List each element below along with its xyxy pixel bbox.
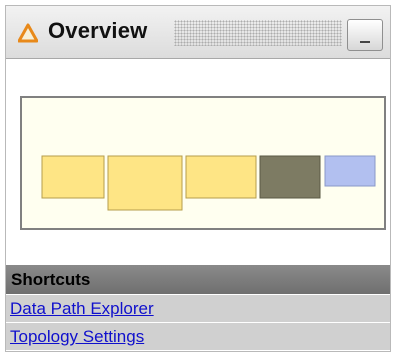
overview-panel: Overview Shortcuts Data Path Explorer To…: [5, 5, 391, 352]
shortcuts-header: Shortcuts: [6, 265, 390, 294]
shortcut-topology-settings[interactable]: Topology Settings: [6, 322, 390, 350]
panel-title: Overview: [48, 18, 148, 43]
shortcut-link-label[interactable]: Data Path Explorer: [10, 299, 154, 319]
warning-triangle-icon: [18, 23, 38, 43]
overview-map-canvas: [41, 155, 376, 211]
minimize-icon: [360, 41, 370, 43]
minimize-button[interactable]: [347, 19, 383, 51]
shortcut-data-path-explorer[interactable]: Data Path Explorer: [6, 294, 390, 322]
overview-block-2: [107, 155, 183, 211]
titlebar-grip[interactable]: [174, 20, 342, 46]
shortcuts-header-label: Shortcuts: [11, 270, 91, 289]
overview-block-4: [259, 155, 321, 199]
overview-block-3: [185, 155, 257, 199]
overview-block-5: [324, 155, 376, 187]
panel-titlebar: Overview: [6, 6, 390, 59]
shortcut-link-label[interactable]: Topology Settings: [10, 327, 144, 347]
overview-map[interactable]: [20, 96, 386, 230]
overview-block-1: [41, 155, 105, 199]
overview-content: [6, 59, 390, 265]
